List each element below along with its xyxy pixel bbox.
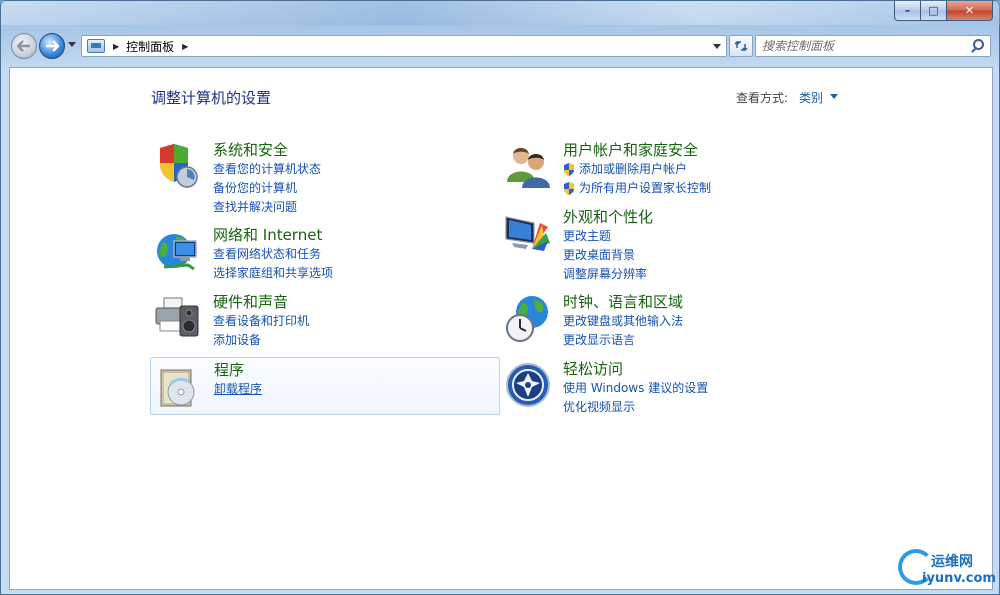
category-clock-language-region: 时钟、语言和区域 更改键盘或其他输入法 更改显示语言 [500,290,850,348]
task-link[interactable]: 更改显示语言 [563,331,683,350]
category-title[interactable]: 外观和个性化 [563,206,653,227]
control-panel-window: – □ ✕ ▶ 控制面板 ▶ 调整计算机的设置 [0,0,1000,595]
window-controls: – □ ✕ [894,1,993,21]
globe-network-icon[interactable] [154,227,202,275]
task-link-shield[interactable]: 添加或删除用户帐户 [563,160,711,179]
search-box[interactable] [755,35,991,57]
forward-button[interactable] [39,33,65,59]
refresh-icon [734,40,748,52]
category-programs: 程序 卸载程序 [150,357,500,415]
category-user-accounts: 用户帐户和家庭安全 添加或删除用户帐户 为所有用户设置家长控制 [500,138,850,196]
task-link[interactable]: 添加设备 [213,331,309,350]
back-button[interactable] [11,33,37,59]
view-by-dropdown[interactable]: 类别 [799,89,823,106]
task-link[interactable]: 查找并解决问题 [213,198,321,217]
uac-shield-icon [564,162,574,176]
task-link[interactable]: 为所有用户设置家长控制 [579,179,711,198]
address-bar[interactable]: ▶ 控制面板 ▶ [81,35,727,57]
shield-computer-icon[interactable] [154,142,202,190]
category-appearance: 外观和个性化 更改主题 更改桌面背景 调整屏幕分辨率 [500,205,850,281]
recent-pages-dropdown[interactable] [68,42,76,47]
breadcrumb-arrow-icon[interactable]: ▶ [182,42,188,51]
breadcrumb-control-panel[interactable]: 控制面板 [126,38,174,55]
category-hardware-sound: 硬件和声音 查看设备和打印机 添加设备 [150,290,500,348]
task-link[interactable]: 选择家庭组和共享选项 [213,264,333,283]
task-link-shield[interactable]: 为所有用户设置家长控制 [563,179,711,198]
task-link[interactable]: 调整屏幕分辨率 [563,265,647,284]
category-ease-of-access: 轻松访问 使用 Windows 建议的设置 优化视频显示 [500,357,850,415]
category-title[interactable]: 时钟、语言和区域 [563,291,683,312]
maximize-button[interactable]: □ [921,1,947,21]
navigation-bar: ▶ 控制面板 ▶ [9,31,993,63]
monitor-palette-icon[interactable] [504,209,552,257]
close-button[interactable]: ✕ [947,1,993,21]
task-link[interactable]: 查看设备和打印机 [213,312,309,331]
program-disc-icon[interactable] [155,362,203,410]
task-link[interactable]: 更改桌面背景 [563,246,647,265]
task-link[interactable]: 卸载程序 [214,380,262,399]
category-title[interactable]: 程序 [214,359,244,380]
category-title[interactable]: 网络和 Internet [213,224,322,245]
category-title[interactable]: 轻松访问 [563,358,623,379]
title-bar[interactable] [1,1,1000,25]
clock-globe-icon[interactable] [504,294,552,342]
task-link[interactable]: 查看您的计算机状态 [213,160,321,179]
users-icon[interactable] [504,142,552,190]
search-icon[interactable] [973,39,984,50]
search-input[interactable] [756,36,966,56]
control-panel-icon [87,39,105,53]
page-title: 调整计算机的设置 [151,89,272,107]
watermark-url: iyunv.com [922,571,996,586]
chevron-down-icon[interactable] [830,94,838,99]
task-link[interactable]: 查看网络状态和任务 [213,245,333,264]
task-link[interactable]: 添加或删除用户帐户 [579,160,687,179]
view-by-label: 查看方式: [736,91,789,105]
address-dropdown-icon[interactable] [713,44,721,49]
category-title[interactable]: 用户帐户和家庭安全 [563,139,698,160]
back-arrow-icon [17,40,30,52]
task-link[interactable]: 备份您的计算机 [213,179,321,198]
ease-of-access-icon[interactable] [504,361,552,409]
refresh-button[interactable] [729,35,753,57]
watermark-text: 运维网 [931,554,973,570]
category-title[interactable]: 系统和安全 [213,139,288,160]
category-network-internet: 网络和 Internet 查看网络状态和任务 选择家庭组和共享选项 [150,223,500,281]
forward-arrow-icon [46,40,59,52]
breadcrumb-arrow-icon[interactable]: ▶ [113,42,119,51]
task-link[interactable]: 优化视频显示 [563,398,708,417]
task-link[interactable]: 使用 Windows 建议的设置 [563,379,708,398]
content-area: 调整计算机的设置 查看方式: 类别 系统和安全 查看您的计算机状态 备份您的计算… [9,67,993,590]
uac-shield-icon [564,181,574,195]
printer-speaker-icon[interactable] [154,294,202,342]
category-system-security: 系统和安全 查看您的计算机状态 备份您的计算机 查找并解决问题 [150,138,500,214]
watermark-logo: 运维网 iyunv.com [896,545,996,591]
minimize-button[interactable]: – [894,1,921,21]
category-title[interactable]: 硬件和声音 [213,291,288,312]
task-link[interactable]: 更改主题 [563,227,647,246]
task-link[interactable]: 更改键盘或其他输入法 [563,312,683,331]
